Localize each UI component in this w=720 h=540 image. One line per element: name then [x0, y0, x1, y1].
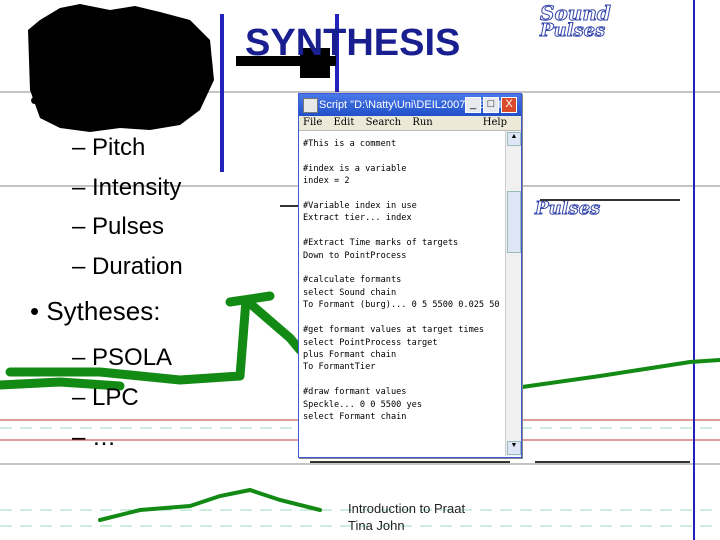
menu-help[interactable]: Help: [483, 116, 507, 130]
script-code-line: index = 2: [303, 176, 350, 187]
synthesis-item-psola: – PSOLA: [72, 344, 173, 371]
script-code-line: [303, 312, 501, 324]
script-window-app-icon: [303, 98, 318, 113]
script-code-line: Extract tier... index: [303, 213, 412, 224]
maximize-button[interactable]: □: [483, 97, 499, 113]
script-code-line: select Formant chain: [303, 411, 407, 422]
synthesis-item-lpc: – LPC: [72, 384, 139, 411]
script-code-line: [303, 262, 501, 274]
script-scrollbar[interactable]: ▲ ▼: [505, 131, 521, 456]
script-window-titlebar[interactable]: Script "D:\Natty\Uni\DEIL2007\PERSIA... …: [299, 94, 521, 116]
manipulation-item-pulses: – Pulses: [72, 213, 165, 240]
praat-script-window[interactable]: Script "D:\Natty\Uni\DEIL2007\PERSIA... …: [298, 93, 522, 458]
pulses-label-right: Pulses: [539, 20, 605, 41]
script-code-line: To Formant (burg)... 0 5 5500 0.025 50: [303, 300, 500, 311]
script-code-line: #This is a comment: [303, 139, 397, 149]
script-code-line: #calculate formants: [303, 275, 402, 286]
bullet-syntheses: • Sytheses:: [30, 296, 161, 326]
scroll-down-arrow-icon[interactable]: ▼: [507, 441, 521, 455]
synthesis-item-more: – …: [72, 424, 117, 448]
script-code-line: select Sound chain: [303, 287, 397, 298]
script-code-line: #Extract Time marks of targets: [303, 238, 459, 249]
manipulation-item-duration: – Duration: [72, 253, 183, 280]
script-code-line: #index is a variable: [303, 163, 407, 174]
close-button[interactable]: X: [501, 97, 517, 113]
menu-edit[interactable]: Edit: [333, 117, 354, 128]
script-editor-text[interactable]: #This is a comment #index is a variable i…: [303, 138, 501, 423]
script-code-line: #draw formant values: [303, 387, 407, 398]
footer-course: Introduction to Praat: [348, 501, 466, 516]
pulses-label-mid: Pulses: [534, 198, 600, 219]
menu-search[interactable]: Search: [366, 117, 402, 128]
script-code-line: To FormantTier: [303, 362, 376, 373]
manipulation-item-pitch: – Pitch: [72, 134, 146, 161]
slide-title: SYNTHESIS: [245, 22, 461, 64]
script-code-line: Down to PointProcess: [303, 250, 407, 261]
script-code-line: select PointProcess target: [303, 337, 438, 348]
script-code-line: plus Formant chain: [303, 349, 397, 360]
script-code-line: [303, 150, 501, 162]
footer-author: Tina John: [348, 518, 405, 533]
scroll-up-arrow-icon[interactable]: ▲: [507, 132, 521, 146]
script-code-line: #get formant values at target times: [303, 325, 485, 336]
script-menubar: File Edit Search Run Help: [299, 116, 521, 131]
menu-run[interactable]: Run: [412, 117, 432, 128]
script-code-line: Speckle... 0 0 5500 yes: [303, 399, 422, 410]
script-code-line: [303, 188, 501, 200]
script-code-line: [303, 374, 501, 386]
menu-file[interactable]: File: [303, 117, 322, 128]
script-code-line: [303, 225, 501, 237]
bullet-manipulation: • Manipulation:: [30, 85, 201, 115]
manipulation-item-intensity: – Intensity: [72, 174, 182, 201]
script-code-line: #Variable index in use: [303, 201, 417, 212]
scroll-thumb[interactable]: [507, 191, 521, 253]
minimize-button[interactable]: _: [465, 97, 481, 113]
